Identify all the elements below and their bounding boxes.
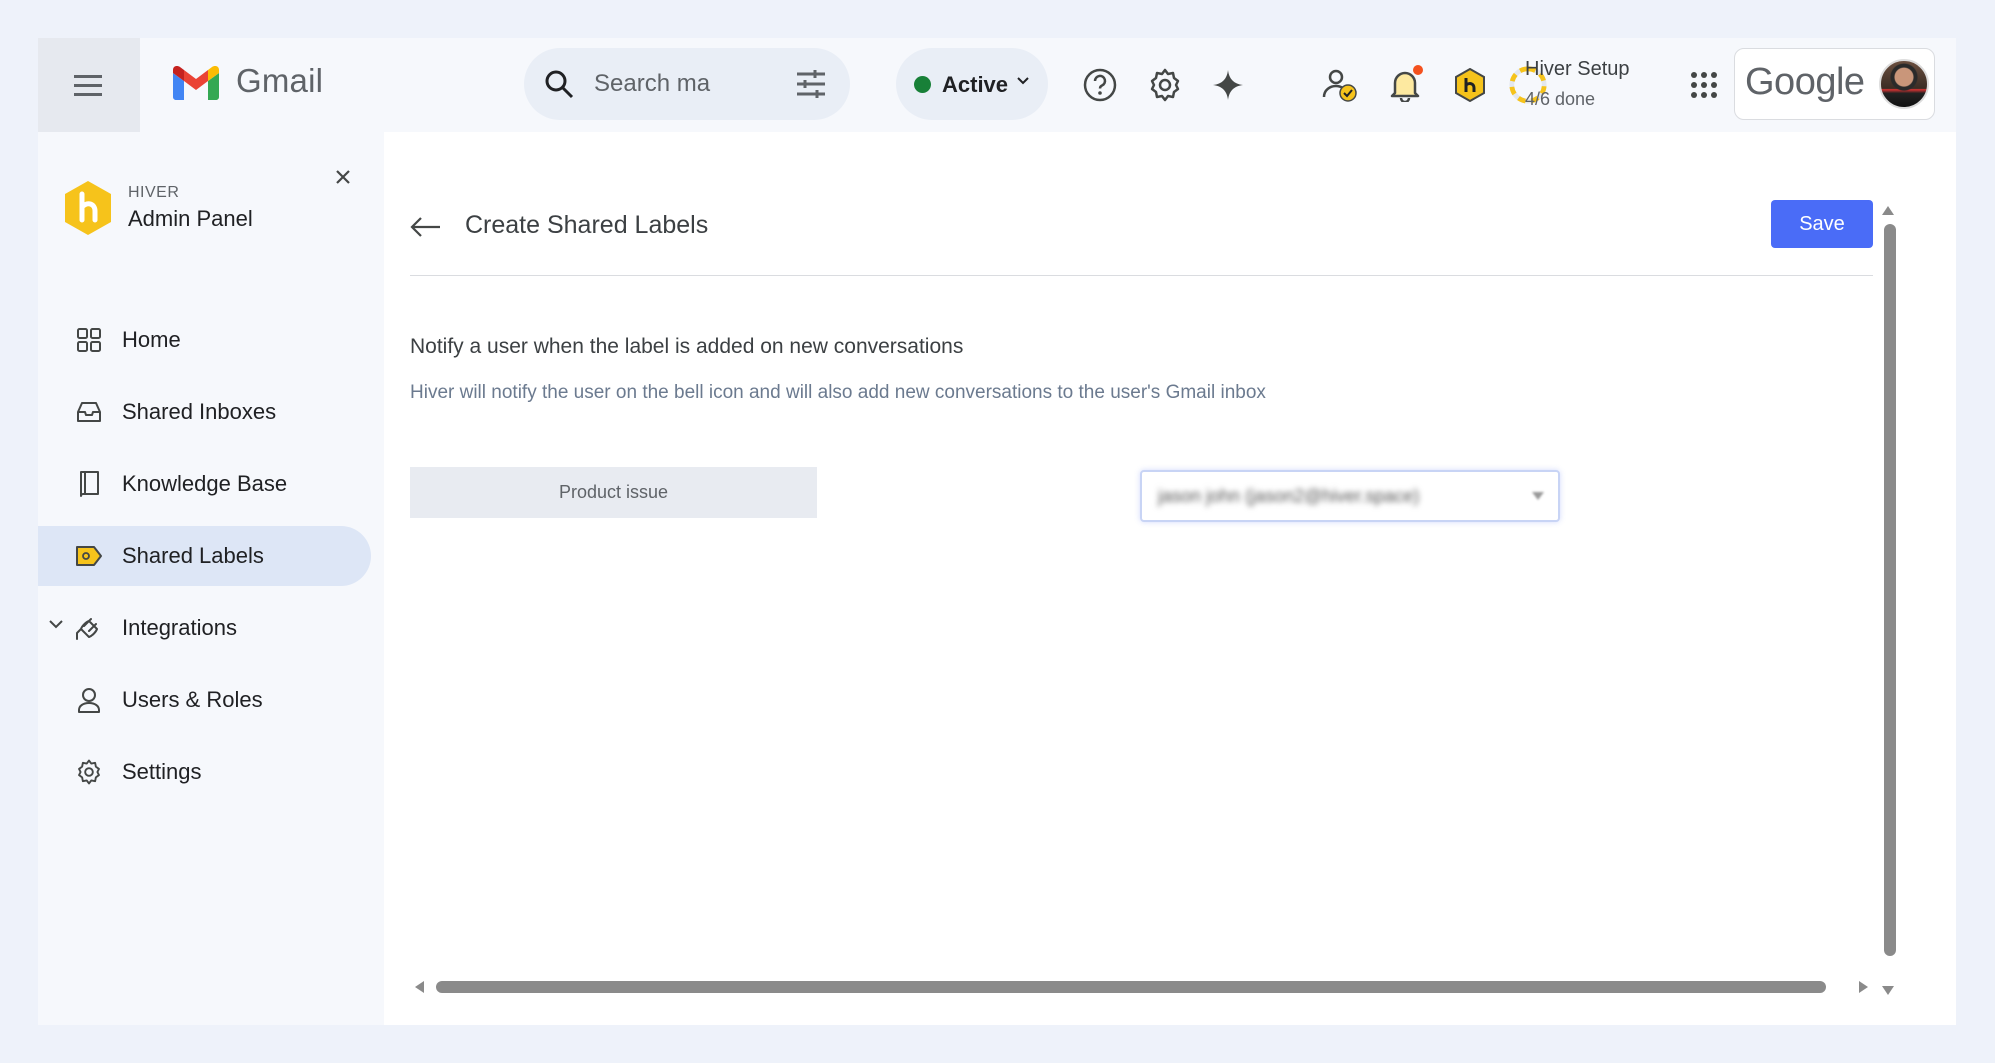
close-panel-button[interactable] xyxy=(328,162,358,192)
top-bar: Gmail Search ma Active Hiver Setup 4/6 d… xyxy=(38,38,1956,132)
user-icon xyxy=(75,686,103,714)
gemini-button[interactable] xyxy=(1208,65,1248,105)
main-menu-button[interactable] xyxy=(38,38,140,132)
sidebar-item-integrations[interactable]: Integrations xyxy=(38,598,371,658)
scroll-left-arrow[interactable] xyxy=(415,981,424,993)
vertical-scrollbar[interactable] xyxy=(1884,224,1896,956)
status-dot xyxy=(914,76,931,93)
back-arrow-icon[interactable] xyxy=(410,216,442,238)
avatar[interactable] xyxy=(1879,59,1929,109)
sidebar-item-label: Home xyxy=(122,327,181,352)
scroll-down-arrow[interactable] xyxy=(1882,986,1894,995)
help-icon xyxy=(1083,68,1117,102)
google-wordmark: Google xyxy=(1745,61,1865,103)
sidebar-item-home[interactable]: Home xyxy=(38,310,371,370)
page-title: Create Shared Labels xyxy=(465,211,709,239)
panel-title: Admin Panel xyxy=(128,206,253,231)
status-dropdown[interactable]: Active xyxy=(896,48,1048,120)
scroll-up-arrow[interactable] xyxy=(1882,206,1894,215)
notify-section-title: Notify a user when the label is added on… xyxy=(410,335,964,358)
brand-small: HIVER xyxy=(128,184,180,201)
horizontal-scrollbar[interactable] xyxy=(436,981,1826,993)
chevron-down-icon[interactable] xyxy=(48,618,64,630)
status-label: Active xyxy=(942,72,1009,97)
apps-grid-icon xyxy=(1691,72,1717,98)
menu-icon xyxy=(74,75,102,96)
sidebar-item-label: Shared Labels xyxy=(122,543,264,568)
label-icon xyxy=(75,542,103,570)
gmail-wordmark: Gmail xyxy=(236,62,324,99)
user-status-button[interactable] xyxy=(1320,65,1360,105)
user-check-icon xyxy=(1322,69,1357,102)
sidebar-item-users-roles[interactable]: Users & Roles xyxy=(38,670,371,730)
app-window: Gmail Search ma Active Hiver Setup 4/6 d… xyxy=(38,38,1956,1025)
sidebar-item-label: Settings xyxy=(122,759,202,784)
dropdown-caret-icon xyxy=(1532,492,1544,500)
search-input[interactable]: Search ma xyxy=(594,70,710,98)
chevron-down-icon xyxy=(1017,77,1029,85)
admin-sidebar: HIVER Admin Panel Home Shared Inboxes Kn… xyxy=(38,132,384,1025)
hiver-extension-button[interactable] xyxy=(1450,65,1490,105)
gemini-icon xyxy=(1213,70,1243,100)
search-icon[interactable] xyxy=(544,69,574,99)
settings-icon xyxy=(1150,68,1180,102)
hiver-setup-title[interactable]: Hiver Setup xyxy=(1525,58,1630,81)
grid-icon xyxy=(75,326,103,354)
gmail-logo-icon[interactable] xyxy=(173,66,219,100)
sidebar-item-settings[interactable]: Settings xyxy=(38,742,371,802)
hiver-icon xyxy=(1455,68,1485,102)
scroll-right-arrow[interactable] xyxy=(1859,981,1868,993)
hiver-logo-icon xyxy=(65,181,111,235)
sidebar-item-shared-inboxes[interactable]: Shared Inboxes xyxy=(38,382,371,442)
sidebar-item-label: Integrations xyxy=(122,615,237,640)
filter-icon[interactable] xyxy=(796,70,826,98)
sidebar-item-label: Knowledge Base xyxy=(122,471,288,496)
inbox-icon xyxy=(75,398,103,426)
notify-section-description: Hiver will notify the user on the bell i… xyxy=(410,382,1266,403)
sidebar-item-label: Shared Inboxes xyxy=(122,399,277,424)
save-button[interactable]: Save xyxy=(1771,200,1873,248)
selected-user-value: jason john (jason2@hiver.space) xyxy=(1158,486,1420,506)
sidebar-item-knowledge-base[interactable]: Knowledge Base xyxy=(38,454,371,514)
plug-icon xyxy=(75,614,103,642)
header-divider xyxy=(410,275,1873,276)
gear-icon xyxy=(75,758,103,786)
settings-button[interactable] xyxy=(1145,65,1185,105)
help-button[interactable] xyxy=(1080,65,1120,105)
search-bar[interactable]: Search ma xyxy=(524,48,850,120)
sidebar-item-shared-labels[interactable]: Shared Labels xyxy=(38,526,371,586)
label-name-field[interactable]: Product issue xyxy=(410,467,817,518)
notifications-button[interactable] xyxy=(1385,65,1425,105)
book-icon xyxy=(75,470,103,498)
sidebar-item-label: Users & Roles xyxy=(122,687,263,712)
hiver-setup-progress-text: 4/6 done xyxy=(1525,89,1596,109)
notify-user-select[interactable]: jason john (jason2@hiver.space) xyxy=(1140,470,1560,522)
create-shared-labels-panel: Create Shared Labels Save Notify a user … xyxy=(384,132,1956,1025)
apps-button[interactable] xyxy=(1684,65,1724,105)
account-switcher[interactable]: Google xyxy=(1734,48,1935,120)
notification-dot xyxy=(1413,65,1423,75)
close-icon xyxy=(336,170,350,184)
